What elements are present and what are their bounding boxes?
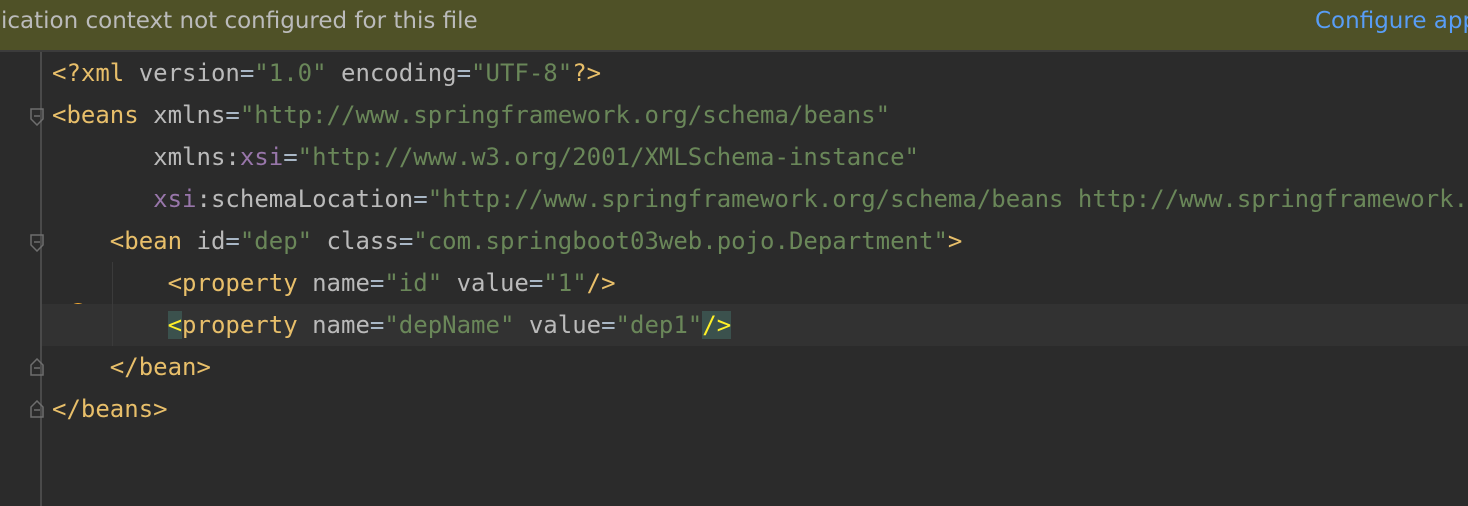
editor-gutter[interactable] <box>0 52 44 506</box>
matched-brace-close: /> <box>702 311 732 339</box>
configure-application-context-link[interactable]: Configure app <box>1315 8 1468 34</box>
code-line-3[interactable]: xmlns:xsi="http://www.w3.org/2001/XMLSch… <box>52 136 919 178</box>
banner-message: plication context not configured for thi… <box>0 8 478 34</box>
code-line-5[interactable]: <bean id="dep" class="com.springboot03we… <box>52 220 963 262</box>
code-line-4[interactable]: xsi:schemaLocation="http://www.springfra… <box>52 178 1468 220</box>
code-line-8[interactable]: </bean> <box>52 346 211 388</box>
xml-code-editor[interactable]: <?xml version="1.0" encoding="UTF-8"?> <… <box>42 52 1468 506</box>
code-line-7-current[interactable]: <property name="depName" value="dep1"/> <box>52 304 732 346</box>
code-line-2[interactable]: <beans xmlns="http://www.springframework… <box>52 94 890 136</box>
code-line-9[interactable]: </beans> <box>52 388 168 430</box>
matched-brace-open: < <box>167 311 183 339</box>
editor-notification-banner: plication context not configured for thi… <box>0 0 1468 52</box>
code-line-6[interactable]: <property name="id" value="1"/> <box>52 262 616 304</box>
code-line-1[interactable]: <?xml version="1.0" encoding="UTF-8"?> <box>52 52 601 94</box>
